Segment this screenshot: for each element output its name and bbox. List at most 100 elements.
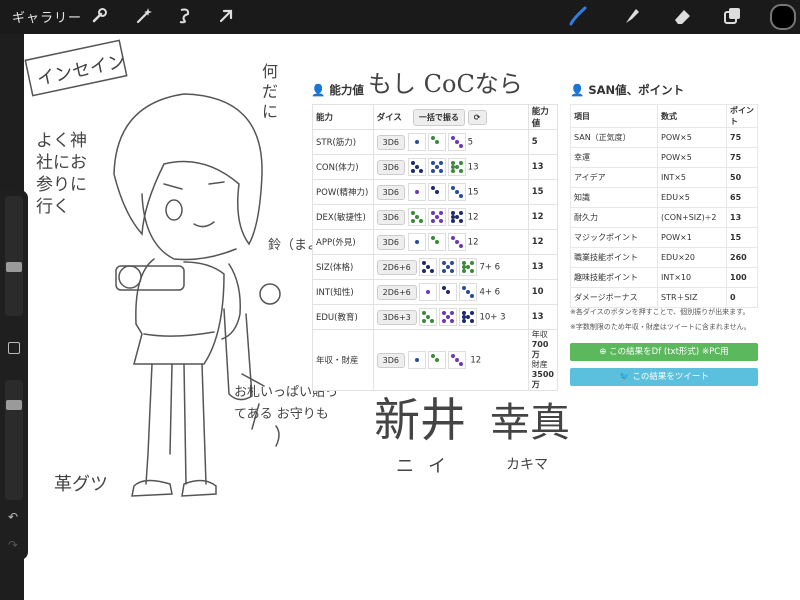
dice-button[interactable]: 3D6 <box>376 234 405 250</box>
stat-name: STR(筋力) <box>312 129 374 155</box>
magic-wand-icon[interactable] <box>133 5 155 27</box>
col-point: ポイント <box>726 104 758 128</box>
shoes-note: 革グツ <box>54 474 108 495</box>
modify-button[interactable] <box>8 342 20 354</box>
dice-button[interactable]: 3D6 <box>376 184 405 200</box>
tweet-button[interactable]: 🐦 この結果をツイート <box>570 368 758 386</box>
die-face <box>439 283 458 301</box>
san-point: 75 <box>726 127 758 148</box>
die-pip <box>458 362 463 366</box>
san-row: アイデア INT×5 50 <box>570 167 758 188</box>
layers-icon[interactable] <box>721 5 743 27</box>
dice-button[interactable]: 3D6+3 <box>376 309 417 325</box>
stat-value: 12 <box>527 204 559 230</box>
die-face <box>447 208 466 226</box>
brush-size-slider[interactable] <box>5 196 23 316</box>
opacity-slider[interactable] <box>5 380 23 500</box>
die-pip <box>434 215 439 219</box>
gallery-button[interactable]: ギャラリー <box>12 7 82 26</box>
die-pip <box>442 319 447 323</box>
stat-row: INT(知性) 2D6+6 4+ 6 10 <box>312 279 559 305</box>
roll-all-button[interactable]: 一括で振る <box>412 108 465 126</box>
roll-result: 15 <box>467 187 479 198</box>
kana-given: カキマ <box>506 457 548 473</box>
die-face <box>427 158 446 176</box>
wrench-icon[interactable] <box>88 5 110 27</box>
eraser-icon[interactable] <box>671 5 693 27</box>
die-pip <box>450 311 455 315</box>
stat-name: SIZ(体格) <box>312 254 374 280</box>
san-item: 趣味技能ポイント <box>570 267 658 288</box>
income-dice-button[interactable]: 3D6 <box>376 352 405 368</box>
die-pip <box>458 219 463 223</box>
redo-icon[interactable]: ↷ <box>8 538 20 552</box>
selection-icon[interactable] <box>174 5 196 27</box>
dice-button[interactable]: 3D6 <box>376 159 405 175</box>
die-face <box>407 133 426 151</box>
stat-value: 12 <box>527 229 559 255</box>
san-heading: 👤 SAN値、ポイント <box>570 83 685 97</box>
stat-name: EDU(教育) <box>312 304 374 330</box>
san-formula: EDU×5 <box>657 187 727 208</box>
refresh-button[interactable]: ⟳ <box>467 109 487 125</box>
stat-name: INT(知性) <box>312 279 374 305</box>
income-label: 年収 <box>531 330 548 339</box>
roll-result: 12 <box>467 237 479 248</box>
save-icon: ⊕ <box>599 347 610 357</box>
die-face <box>427 208 446 226</box>
die-face <box>419 283 438 301</box>
name-surname: 新井 <box>374 393 466 447</box>
san-point: 75 <box>726 147 758 168</box>
die-pip <box>450 354 455 358</box>
san-row: 趣味技能ポイント INT×10 100 <box>570 267 758 288</box>
san-point: 65 <box>726 187 758 208</box>
stat-row: CON(体力) 3D6 13 13 <box>312 154 559 180</box>
col-value: 能力値 <box>527 104 559 130</box>
die-face <box>447 133 466 151</box>
opacity-knob[interactable] <box>6 400 22 410</box>
san-row: ダメージボーナス STR＋SIZ 0 <box>570 287 758 308</box>
die-pip <box>442 269 447 273</box>
stats-heading: 👤 能力値 <box>311 83 364 97</box>
name-given: 幸真 <box>490 400 570 446</box>
income-row: 年収・財産 3D6 12 年収 700万 財産 3500万 <box>312 329 559 391</box>
shrine-note: よく神社にお参りに行く <box>36 131 87 217</box>
die-pip <box>434 190 439 194</box>
die-face <box>439 258 458 276</box>
color-swatch[interactable] <box>770 4 796 30</box>
stat-row: APP(外見) 3D6 12 12 <box>312 229 559 255</box>
dice-button[interactable]: 2D6+6 <box>376 259 417 275</box>
smudge-icon[interactable] <box>620 5 642 27</box>
brush-size-knob[interactable] <box>6 262 22 272</box>
san-formula: INT×5 <box>657 167 727 188</box>
die-pip <box>430 186 435 190</box>
die-pip <box>414 215 419 219</box>
die-pip <box>422 269 427 273</box>
export-txt-button[interactable]: ⊕ この結果をDf (txt形式) ※PC用 <box>570 343 758 361</box>
drawing-canvas[interactable]: インセイン 何だに もし CoCなら よく神社にお参りに行く 鈴（まよけ） お札… <box>24 34 800 600</box>
stat-value: 13 <box>527 154 559 180</box>
die-pip <box>450 165 455 169</box>
die-face <box>407 233 426 251</box>
die-pip <box>454 358 459 362</box>
dice-button[interactable]: 2D6+6 <box>376 284 417 300</box>
die-pip <box>450 136 455 140</box>
die-face <box>419 308 438 326</box>
die-pip <box>426 290 431 294</box>
die-face <box>407 208 426 226</box>
undo-icon[interactable]: ↶ <box>8 510 20 524</box>
brush-icon[interactable] <box>567 5 589 27</box>
die-face <box>459 258 478 276</box>
die-pip <box>414 190 419 194</box>
dice-button[interactable]: 3D6 <box>376 134 405 150</box>
dice-button[interactable]: 3D6 <box>376 209 405 225</box>
die-pip <box>450 319 455 323</box>
transform-arrow-icon[interactable] <box>215 5 237 27</box>
die-face <box>459 308 478 326</box>
die-face <box>427 351 446 369</box>
san-formula: POW×5 <box>657 147 727 168</box>
san-item: 耐久力 <box>570 207 658 228</box>
die-pip <box>438 219 443 223</box>
die-pip <box>430 354 435 358</box>
san-formula: POW×1 <box>657 227 727 248</box>
